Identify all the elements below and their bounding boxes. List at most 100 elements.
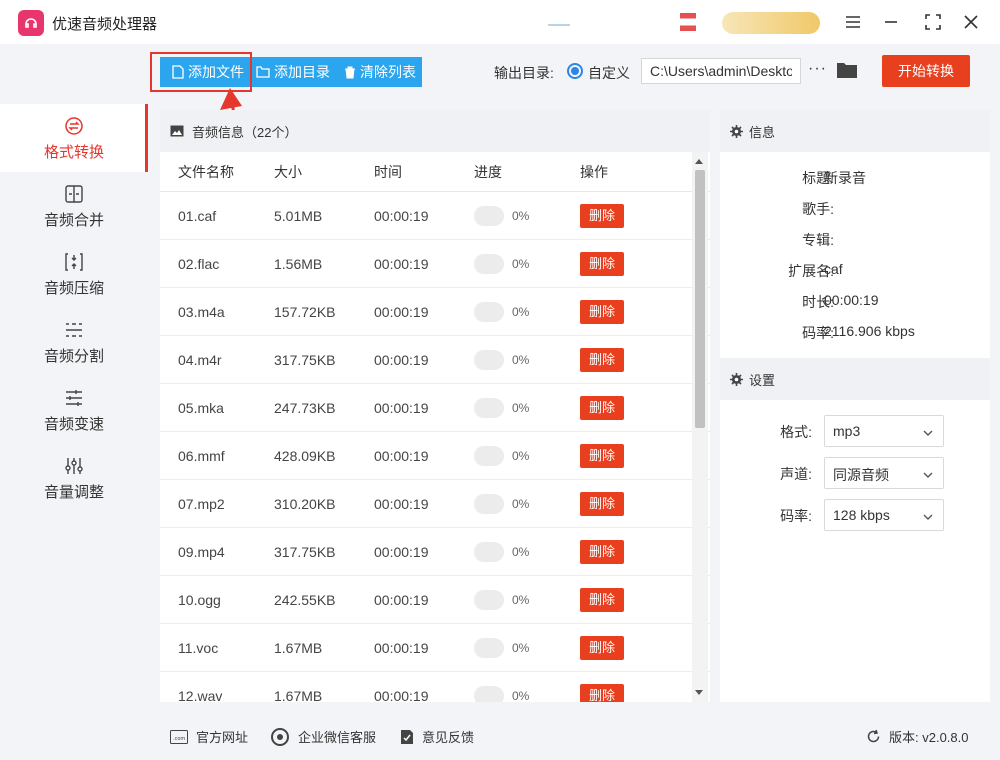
sidebar-item-label: 音频合并 [43,211,104,229]
setting-row: 格式: mp3 [720,415,990,447]
file-time: 00:00:19 [374,352,429,368]
output-path-input[interactable] [641,58,801,84]
version-label: 版本: v2.0.8.0 [889,730,969,745]
progress-percent: 0% [512,689,530,702]
delete-button[interactable]: 删除 [580,252,624,276]
split-icon [64,319,84,341]
progress-bar [474,350,504,370]
add-directory-button[interactable]: 添加目录 [250,57,336,87]
start-convert-button[interactable]: 开始转换 [882,55,970,87]
delete-button[interactable]: 删除 [580,396,624,420]
close-icon[interactable] [960,11,982,33]
official-website-link[interactable]: .com 官方网址 [170,727,248,746]
chevron-down-icon [923,467,933,483]
table-header: 文件名称 大小 时间 进度 操作 [160,152,710,192]
progress-bar [474,686,504,702]
custom-radio[interactable] [567,63,583,79]
table-row[interactable]: 01.caf 5.01MB 00:00:19 0% 删除 [160,192,710,240]
scroll-up-icon[interactable] [695,159,703,164]
file-list-panel: 音频信息（22个） 文件名称 大小 时间 进度 操作 01.caf 5.01MB 0… [160,110,710,702]
table-row[interactable]: 06.mmf 428.09KB 00:00:19 0% 删除 [160,432,710,480]
table-row[interactable]: 10.ogg 242.55KB 00:00:19 0% 删除 [160,576,710,624]
table-row[interactable]: 03.m4a 157.72KB 00:00:19 0% 删除 [160,288,710,336]
add-directory-label: 添加目录 [274,64,330,80]
delete-button[interactable]: 删除 [580,300,624,324]
file-name: 03.m4a [178,304,225,320]
file-name: 05.mka [178,400,224,416]
progress-bar [474,446,504,466]
website-icon: .com [170,729,188,744]
delete-button[interactable]: 删除 [580,492,624,516]
delete-button[interactable]: 删除 [580,204,624,228]
table-row[interactable]: 11.voc 1.67MB 00:00:19 0% 删除 [160,624,710,672]
sidebar-item-volume[interactable]: 音量调整 [0,444,148,512]
setting-select[interactable]: mp3 [824,415,944,447]
progress-percent: 0% [512,641,530,655]
table-row[interactable]: 05.mka 247.73KB 00:00:19 0% 删除 [160,384,710,432]
progress-percent: 0% [512,593,530,607]
setting-select[interactable]: 128 kbps [824,499,944,531]
delete-button[interactable]: 删除 [580,540,624,564]
progress-bar [474,638,504,658]
table-row[interactable]: 07.mp2 310.20KB 00:00:19 0% 删除 [160,480,710,528]
file-name: 09.mp4 [178,544,225,560]
sidebar-item-compress[interactable]: 音频压缩 [0,240,148,308]
clear-list-button[interactable]: 清除列表 [336,57,422,87]
progress-percent: 0% [512,545,530,559]
wechat-icon [270,727,290,746]
table-row[interactable]: 04.m4r 317.75KB 00:00:19 0% 删除 [160,336,710,384]
version-info[interactable]: 版本: v2.0.8.0 [866,727,968,746]
speed-icon [64,387,84,409]
settings-title: 设置 [749,372,776,388]
menu-icon[interactable] [842,11,864,33]
progress-bar [474,494,504,514]
file-time: 00:00:19 [374,400,429,416]
sidebar-item-split[interactable]: 音频分割 [0,308,148,376]
file-name: 12.wav [178,688,223,702]
vip-badge[interactable] [722,12,820,34]
col-size[interactable]: 大小 [274,152,302,192]
feedback-icon [400,729,414,745]
info-header: 信息 [720,110,990,152]
setting-select[interactable]: 同源音频 [824,457,944,489]
sidebar-item-format-convert[interactable]: 格式转换 [0,104,148,172]
sidebar-item-speed[interactable]: 音频变速 [0,376,148,444]
flag-icon[interactable] [680,13,696,31]
progress-bar [474,542,504,562]
table-row[interactable]: 02.flac 1.56MB 00:00:19 0% 删除 [160,240,710,288]
delete-button[interactable]: 删除 [580,636,624,660]
volume-icon [64,455,84,477]
col-name[interactable]: 文件名称 [178,152,234,192]
delete-button[interactable]: 删除 [580,444,624,468]
sidebar-item-merge[interactable]: 音频合并 [0,172,148,240]
minimize-icon[interactable] [880,11,902,33]
custom-radio-label[interactable]: 自定义 [588,63,630,83]
col-time[interactable]: 时间 [374,152,402,192]
table-row[interactable]: 09.mp4 317.75KB 00:00:19 0% 删除 [160,528,710,576]
delete-button[interactable]: 删除 [580,684,624,702]
col-progress[interactable]: 进度 [474,152,502,192]
feedback-link[interactable]: 意见反馈 [400,727,474,746]
delete-button[interactable]: 删除 [580,348,624,372]
scroll-down-icon[interactable] [695,690,703,695]
folder-icon[interactable] [836,61,858,82]
file-name: 01.caf [178,208,217,224]
sidebar-item-label: 音量调整 [43,483,104,501]
progress-percent: 0% [512,209,530,223]
file-size: 317.75KB [274,544,336,560]
list-title: 音频信息（22个） [192,124,298,140]
table-row[interactable]: 12.wav 1.67MB 00:00:19 0% 删除 [160,672,710,702]
delete-button[interactable]: 删除 [580,588,624,612]
more-options-button[interactable]: ··· [808,60,827,78]
maximize-icon[interactable] [922,11,944,33]
file-time: 00:00:19 [374,592,429,608]
col-action[interactable]: 操作 [580,152,608,192]
setting-label: 声道: [780,466,812,482]
scrollbar-thumb[interactable] [695,170,705,428]
wechat-support-link[interactable]: 企业微信客服 [270,727,376,746]
file-name: 02.flac [178,256,220,272]
setting-row: 码率: 128 kbps [720,499,990,531]
progress-bar [474,302,504,322]
footer: .com 官方网址 企业微信客服 意见反馈 版本: v2.0.8.0 [150,713,1000,760]
file-size: 247.73KB [274,400,336,416]
